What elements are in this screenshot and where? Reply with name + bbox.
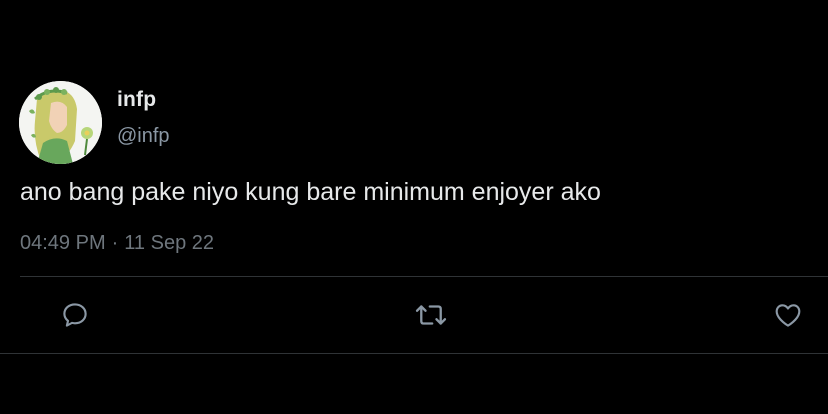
tweet-time: 04:49 PM	[20, 232, 106, 254]
avatar[interactable]	[19, 81, 102, 164]
speech-bubble-icon	[63, 303, 87, 327]
avatar-illustration	[19, 81, 102, 164]
author-display-name[interactable]: infp	[117, 88, 156, 112]
tweet-timestamp[interactable]: 04:49 PM · 11 Sep 22	[20, 232, 214, 255]
like-button[interactable]	[771, 298, 805, 332]
meta-separator: ·	[111, 232, 119, 254]
author-handle[interactable]: @infp	[117, 125, 170, 148]
tweet-text: ano bang pake niyo kung bare minimum enj…	[20, 178, 601, 206]
divider	[20, 276, 828, 277]
retweet-button[interactable]	[414, 298, 448, 332]
retweet-arrows-icon	[415, 305, 447, 325]
tweet-date: 11 Sep 22	[124, 232, 214, 254]
divider	[0, 353, 828, 354]
reply-button[interactable]	[58, 298, 92, 332]
tweet-card: infp @infp ano bang pake niyo kung bare …	[0, 0, 828, 414]
heart-icon	[775, 304, 801, 327]
